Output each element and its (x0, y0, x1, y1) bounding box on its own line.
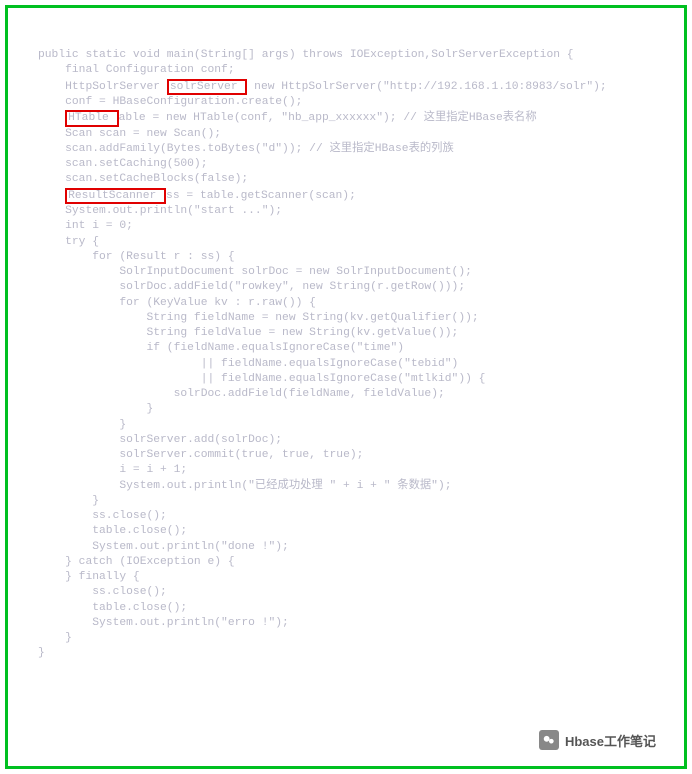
code-line: } (38, 647, 45, 659)
code-line: ss = table.getScanner(scan); (166, 190, 356, 202)
code-line: } (38, 495, 99, 507)
code-line: System.out.println("start ..."); (38, 205, 282, 217)
code-line: try { (38, 236, 99, 248)
code-line (38, 112, 65, 124)
code-line: System.out.println("erro !"); (38, 617, 289, 629)
highlight-htable: HTable (65, 110, 118, 126)
code-line: || fieldName.equalsIgnoreCase("tebid") (38, 358, 458, 370)
code-line: new HttpSolrServer("http://192.168.1.10:… (247, 81, 606, 93)
code-line: System.out.println("done !"); (38, 541, 289, 553)
code-line: Scan scan = new Scan(); (38, 128, 221, 140)
code-line: solrServer.add(solrDoc); (38, 434, 282, 446)
code-line: table.close(); (38, 602, 187, 614)
code-line: scan.addFamily(Bytes.toBytes("d")); // 这… (38, 143, 454, 155)
code-line: i = i + 1; (38, 464, 187, 476)
code-line: solrDoc.addField(fieldName, fieldValue); (38, 388, 445, 400)
code-line: String fieldName = new String(kv.getQual… (38, 312, 479, 324)
footer-attribution: Hbase工作笔记 (539, 730, 656, 750)
code-line (38, 190, 65, 202)
code-line: able = new HTable(conf, "hb_app_xxxxxx")… (119, 112, 537, 124)
code-line: String fieldValue = new String(kv.getVal… (38, 327, 458, 339)
code-line: } catch (IOException e) { (38, 556, 235, 568)
code-line: SolrInputDocument solrDoc = new SolrInpu… (38, 266, 472, 278)
code-line: ss.close(); (38, 586, 167, 598)
code-line: } (38, 632, 72, 644)
code-line: for (KeyValue kv : r.raw()) { (38, 297, 316, 309)
code-line: final Configuration conf; (38, 64, 235, 76)
code-line: for (Result r : ss) { (38, 251, 235, 263)
code-line: ss.close(); (38, 510, 167, 522)
code-line: solrDoc.addField("rowkey", new String(r.… (38, 281, 465, 293)
code-line: } (38, 419, 126, 431)
highlight-resultscanner: ResultScanner (65, 188, 166, 204)
code-line: scan.setCacheBlocks(false); (38, 173, 248, 185)
code-line: int i = 0; (38, 220, 133, 232)
code-line: table.close(); (38, 525, 187, 537)
code-line: } finally { (38, 571, 140, 583)
code-block: public static void main(String[] args) t… (38, 48, 654, 706)
wechat-icon (539, 730, 559, 750)
code-line: solrServer.commit(true, true, true); (38, 449, 363, 461)
code-line: } (38, 403, 153, 415)
code-line: if (fieldName.equalsIgnoreCase("time") (38, 342, 404, 354)
code-line: scan.setCaching(500); (38, 158, 207, 170)
screenshot-frame: public static void main(String[] args) t… (5, 5, 687, 769)
code-line: public static void main(String[] args) t… (38, 49, 574, 61)
code-line: || fieldName.equalsIgnoreCase("mtlkid"))… (38, 373, 485, 385)
code-line: conf = HBaseConfiguration.create(); (38, 96, 302, 108)
code-line: HttpSolrServer (38, 81, 167, 93)
code-line: System.out.println("已经成功处理 " + i + " 条数据… (38, 480, 452, 492)
footer-label: Hbase工作笔记 (565, 731, 656, 750)
highlight-solrserver: solrServer (167, 79, 248, 95)
